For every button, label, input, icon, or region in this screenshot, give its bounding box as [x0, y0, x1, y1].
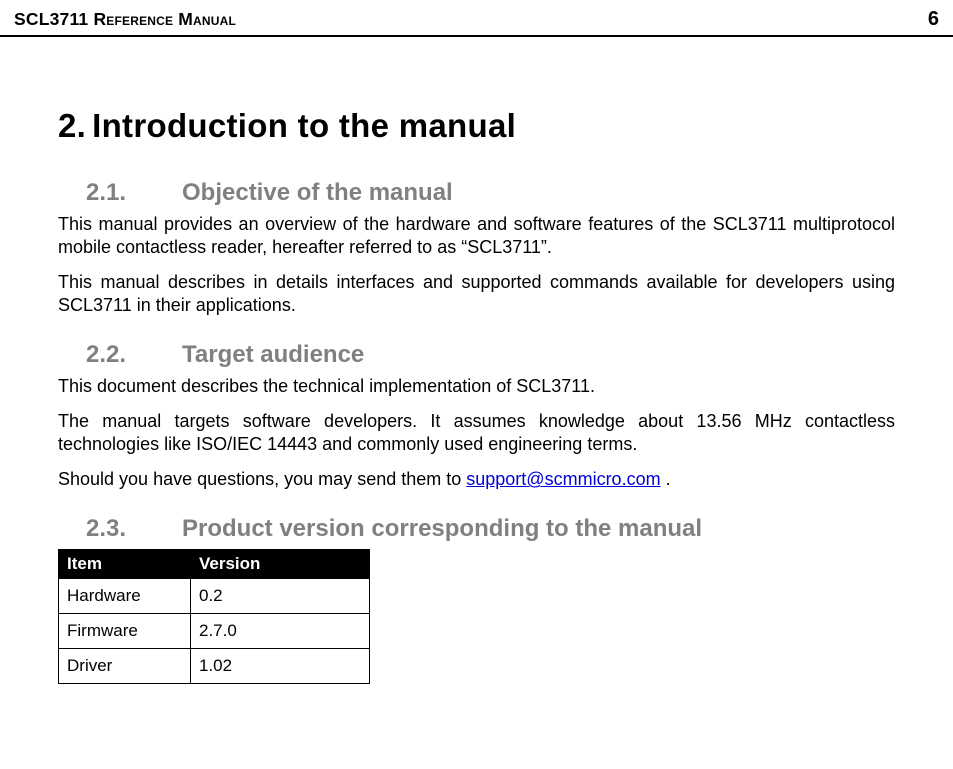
support-email-link[interactable]: support@scmmicro.com — [466, 469, 660, 489]
page-content: 2.Introduction to the manual 2.1. Object… — [0, 37, 953, 704]
chapter-number: 2. — [58, 107, 86, 144]
table-row: Hardware 0.2 — [59, 579, 370, 614]
section-number: 2.1. — [86, 179, 182, 207]
table-row: Driver 1.02 — [59, 649, 370, 684]
table-header-item: Item — [59, 550, 191, 579]
page-number: 6 — [928, 8, 939, 31]
doc-title-caps: Reference Manual — [93, 9, 236, 29]
paragraph: The manual targets software developers. … — [58, 410, 895, 456]
table-cell-item: Hardware — [59, 579, 191, 614]
section-title: Product version corresponding to the man… — [182, 515, 702, 543]
table-cell-version: 0.2 — [191, 579, 370, 614]
table-cell-item: Driver — [59, 649, 191, 684]
doc-title: SCL3711 Reference Manual — [14, 9, 236, 30]
contact-suffix: . — [661, 469, 671, 489]
page-header: SCL3711 Reference Manual 6 — [0, 0, 953, 37]
paragraph: This manual provides an overview of the … — [58, 213, 895, 259]
section-number: 2.2. — [86, 341, 182, 369]
paragraph-contact: Should you have questions, you may send … — [58, 468, 895, 491]
table-header-row: Item Version — [59, 550, 370, 579]
section-title: Objective of the manual — [182, 179, 453, 207]
chapter-title: Introduction to the manual — [92, 107, 516, 144]
table-cell-version: 2.7.0 — [191, 614, 370, 649]
table-header-version: Version — [191, 550, 370, 579]
table-cell-version: 1.02 — [191, 649, 370, 684]
section-heading-objective: 2.1. Objective of the manual — [58, 179, 895, 207]
table-row: Firmware 2.7.0 — [59, 614, 370, 649]
version-table: Item Version Hardware 0.2 Firmware 2.7.0… — [58, 549, 370, 684]
chapter-heading: 2.Introduction to the manual — [58, 107, 895, 145]
doc-title-prefix: SCL3711 — [14, 9, 93, 29]
section-heading-audience: 2.2. Target audience — [58, 341, 895, 369]
section-title: Target audience — [182, 341, 364, 369]
paragraph: This manual describes in details interfa… — [58, 271, 895, 317]
contact-prefix: Should you have questions, you may send … — [58, 469, 466, 489]
table-cell-item: Firmware — [59, 614, 191, 649]
section-heading-version: 2.3. Product version corresponding to th… — [58, 515, 895, 543]
paragraph: This document describes the technical im… — [58, 375, 895, 398]
section-number: 2.3. — [86, 515, 182, 543]
